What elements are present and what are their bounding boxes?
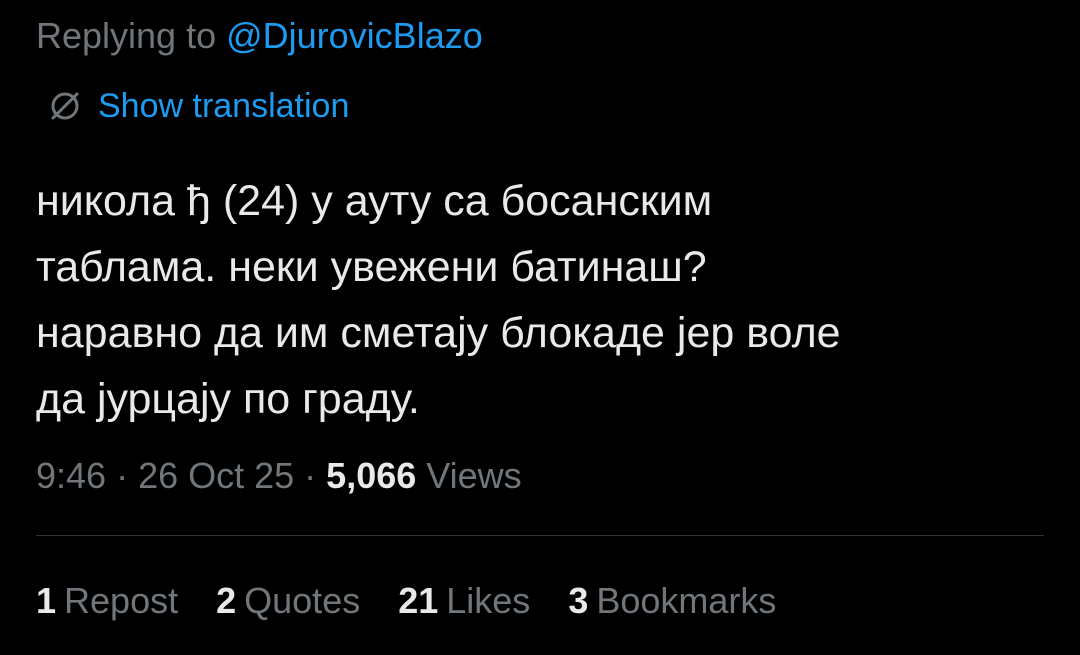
tweet-text-line: наравно да им сметају блокаде јер воле — [36, 309, 841, 357]
tweet-date[interactable]: 26 Oct 25 — [138, 455, 294, 496]
engagement-stats: 1 Repost 2 Quotes 21 Likes 3 Bookmarks — [36, 576, 814, 626]
divider — [36, 535, 1044, 536]
show-translation-button[interactable]: Show translation — [46, 84, 349, 128]
meta-separator: · — [106, 455, 139, 496]
views-count: 5,066 — [326, 455, 417, 496]
bookmarks-count: 3 — [568, 580, 589, 621]
reposts-label: Repost — [64, 580, 179, 621]
replying-to-line: Replying to @DjurovicBlazo — [36, 14, 483, 58]
tweet-text: никола ђ (24) у ауту са босанским таблам… — [36, 168, 1036, 432]
bookmarks-label: Bookmarks — [596, 580, 777, 621]
globe-slash-icon — [46, 87, 84, 125]
likes-label: Likes — [446, 580, 531, 621]
bookmarks-stat[interactable]: 3 Bookmarks — [568, 580, 776, 622]
likes-stat[interactable]: 21 Likes — [398, 580, 530, 622]
views-label: Views — [416, 455, 522, 496]
reply-handle-link[interactable]: @DjurovicBlazo — [226, 15, 483, 56]
replying-to-prefix: Replying to — [36, 15, 227, 56]
tweet-time[interactable]: 9:46 — [36, 455, 106, 496]
show-translation-label: Show translation — [98, 86, 350, 125]
tweet-meta: 9:46 · 26 Oct 25 · 5,066 Views — [36, 452, 522, 500]
tweet-text-line: да јурцају по граду. — [36, 375, 420, 423]
quotes-count: 2 — [216, 580, 237, 621]
tweet-text-line: таблама. неки увежени батинаш? — [36, 243, 707, 291]
likes-count: 21 — [398, 580, 439, 621]
quotes-stat[interactable]: 2 Quotes — [216, 580, 360, 622]
quotes-label: Quotes — [244, 580, 361, 621]
reposts-count: 1 — [36, 580, 57, 621]
reposts-stat[interactable]: 1 Repost — [36, 580, 178, 622]
tweet-text-line: никола ђ (24) у ауту са босанским — [36, 177, 713, 225]
meta-separator: · — [294, 455, 327, 496]
